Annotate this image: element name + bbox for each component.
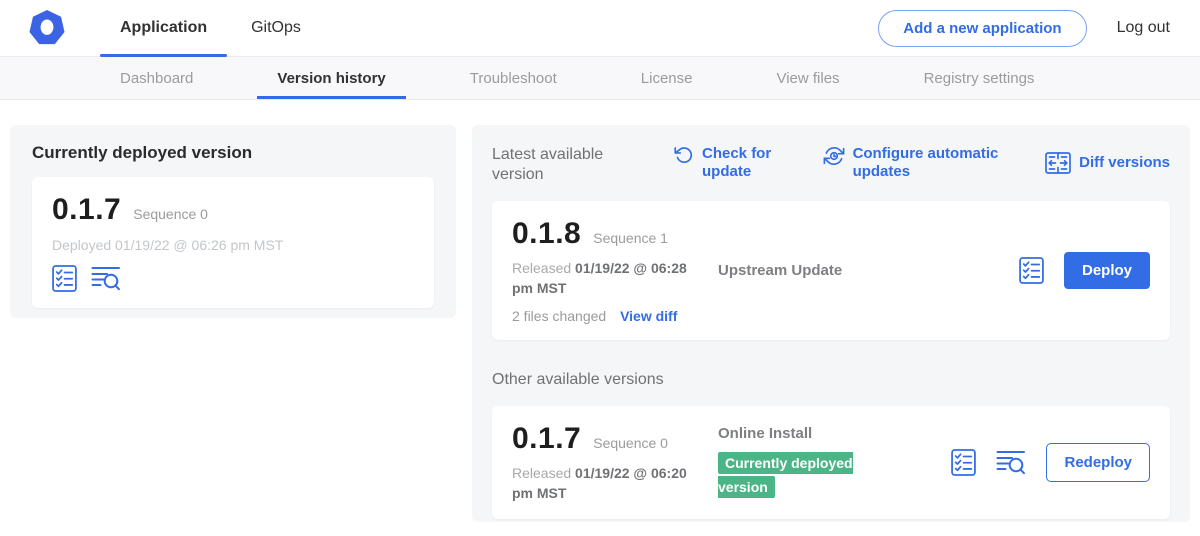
currently-deployed-badge: Currently deployed version xyxy=(718,452,853,499)
latest-sequence: Sequence 1 xyxy=(593,230,668,246)
subnav-license[interactable]: License xyxy=(617,57,717,99)
view-diff-link[interactable]: View diff xyxy=(620,308,677,324)
topbar-right: Add a new application Log out xyxy=(878,10,1170,47)
preflight-checklist-icon[interactable] xyxy=(951,449,976,476)
subnav-troubleshoot[interactable]: Troubleshoot xyxy=(446,57,581,99)
deployed-panel-title: Currently deployed version xyxy=(32,143,434,163)
top-bar: Application GitOps Add a new application… xyxy=(0,0,1200,57)
latest-version-card: 0.1.8 Sequence 1 Released 01/19/22 @ 06:… xyxy=(492,201,1170,340)
preflight-checklist-icon[interactable] xyxy=(52,265,77,292)
redeploy-button[interactable]: Redeploy xyxy=(1046,443,1150,482)
currently-deployed-panel: Currently deployed version 0.1.7 Sequenc… xyxy=(10,125,456,318)
kots-logo-icon xyxy=(28,8,66,48)
deployed-sequence: Sequence 0 xyxy=(133,206,208,222)
other-versions-heading: Other available versions xyxy=(492,370,1170,390)
latest-version-source: Upstream Update xyxy=(718,262,1019,279)
latest-version-number: 0.1.8 xyxy=(512,217,581,251)
diff-table-icon xyxy=(1045,152,1071,174)
available-versions-panel: Latest available version Check for updat… xyxy=(472,125,1190,522)
other-version-number: 0.1.7 xyxy=(512,422,581,456)
deploy-button[interactable]: Deploy xyxy=(1064,252,1150,289)
deployed-version-card: 0.1.7 Sequence 0 Deployed 01/19/22 @ 06:… xyxy=(32,177,434,308)
tab-gitops[interactable]: GitOps xyxy=(229,0,323,56)
check-for-update-link[interactable]: Check for update xyxy=(674,145,780,181)
deployed-version-number: 0.1.7 xyxy=(52,193,121,227)
preflight-checklist-icon[interactable] xyxy=(1019,257,1044,284)
refresh-icon xyxy=(674,145,694,165)
auto-update-clock-icon xyxy=(823,145,845,167)
diff-versions-link[interactable]: Diff versions xyxy=(1045,145,1170,181)
subnav-registry-settings[interactable]: Registry settings xyxy=(900,57,1059,99)
subnav-version-history[interactable]: Version history xyxy=(253,57,409,99)
primary-nav: Application GitOps xyxy=(98,0,323,56)
other-version-source: Online Install xyxy=(718,425,951,442)
subnav-dashboard[interactable]: Dashboard xyxy=(96,57,217,99)
other-sequence: Sequence 0 xyxy=(593,435,668,451)
add-application-button[interactable]: Add a new application xyxy=(878,10,1086,47)
subnav-view-files[interactable]: View files xyxy=(752,57,863,99)
latest-released-timestamp: Released 01/19/22 @ 06:28 pm MST xyxy=(512,259,718,298)
logout-link[interactable]: Log out xyxy=(1117,19,1170,37)
configure-automatic-updates-link[interactable]: Configure automatic updates xyxy=(823,145,1003,181)
deployed-timestamp: Deployed 01/19/22 @ 06:26 pm MST xyxy=(52,237,414,253)
tab-application[interactable]: Application xyxy=(98,0,229,56)
deploy-logs-icon[interactable] xyxy=(996,450,1026,476)
other-released-timestamp: Released 01/19/22 @ 06:20 pm MST xyxy=(512,464,718,503)
files-changed-count: 2 files changed xyxy=(512,308,606,324)
app-subnav: Dashboard Version history Troubleshoot L… xyxy=(0,57,1200,100)
deploy-logs-icon[interactable] xyxy=(91,266,121,292)
latest-available-title: Latest available version xyxy=(492,145,624,185)
other-version-card: 0.1.7 Sequence 0 Released 01/19/22 @ 06:… xyxy=(492,406,1170,519)
